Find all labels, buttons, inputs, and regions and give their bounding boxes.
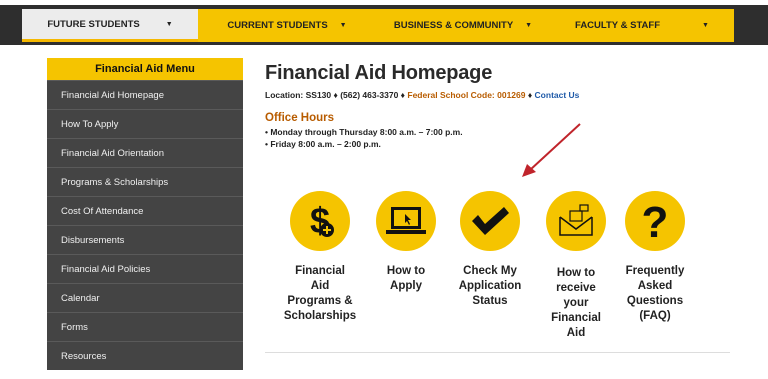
nav-business-community[interactable]: BUSINESS & COMMUNITY ▼ — [376, 9, 550, 42]
nav-future-students[interactable]: FUTURE STUDENTS ▼ — [22, 9, 198, 42]
label-line: How to — [386, 265, 426, 277]
chevron-down-icon: ▼ — [702, 22, 709, 29]
sidebar-item-resources[interactable]: Resources — [47, 341, 243, 370]
label-line: Apply — [390, 280, 422, 292]
tile-label: How to Apply — [361, 264, 451, 294]
sidebar-item-cost-of-attendance[interactable]: Cost Of Attendance — [47, 196, 243, 225]
tile-label: Financial Aid Programs & Scholarships — [275, 264, 365, 324]
location-line: Location: SS130 ♦ (562) 463-3370 ♦ Feder… — [265, 90, 735, 100]
svg-text:?: ? — [642, 199, 669, 243]
label-line: Application — [458, 280, 522, 292]
tile-check-application-status[interactable]: Check My Application Status — [445, 191, 535, 309]
sidebar-item-orientation[interactable]: Financial Aid Orientation — [47, 138, 243, 167]
tile-faq[interactable]: ? Frequently Asked Questions (FAQ) — [610, 191, 700, 324]
nav-faculty-staff[interactable]: FACULTY & STAFF ▼ — [550, 9, 734, 42]
sidebar-item-policies[interactable]: Financial Aid Policies — [47, 254, 243, 283]
tile-label: Frequently Asked Questions (FAQ) — [610, 264, 700, 324]
dollar-icon: $ — [290, 191, 350, 251]
label-line: Aid — [310, 280, 330, 292]
label-line: Aid — [566, 327, 586, 339]
top-navigation-bar: FUTURE STUDENTS ▼ CURRENT STUDENTS ▼ BUS… — [0, 0, 768, 47]
sidebar-item-how-to-apply[interactable]: How To Apply — [47, 109, 243, 138]
label-line: Frequently — [625, 265, 685, 277]
office-hours-list: Monday through Thursday 8:00 a.m. – 7:00… — [265, 126, 735, 150]
label-line: Asked — [637, 280, 673, 292]
label-line: Check My — [463, 265, 517, 277]
laptop-icon — [376, 191, 436, 251]
separator: ♦ — [525, 90, 535, 100]
label-line: Scholarships — [283, 310, 357, 322]
main-nav: FUTURE STUDENTS ▼ CURRENT STUDENTS ▼ BUS… — [22, 9, 734, 42]
envelope-icon — [546, 191, 606, 251]
label-line: How to — [556, 267, 596, 279]
chevron-down-icon: ▼ — [165, 20, 173, 28]
label-line: (FAQ) — [639, 310, 671, 322]
quick-links: $ Financial Aid Programs & Scholarships … — [265, 191, 735, 371]
nav-label: FUTURE STUDENTS — [47, 18, 140, 30]
question-icon: ? — [625, 191, 685, 251]
nav-label: FACULTY & STAFF — [575, 20, 661, 31]
nav-label: BUSINESS & COMMUNITY — [393, 20, 514, 31]
sidebar-item-homepage[interactable]: Financial Aid Homepage — [47, 80, 243, 109]
location-text: Location: SS130 ♦ (562) 463-3370 ♦ — [265, 90, 408, 100]
label-line: Questions — [626, 295, 684, 307]
sidebar-item-disbursements[interactable]: Disbursements — [47, 225, 243, 254]
nav-current-students[interactable]: CURRENT STUDENTS ▼ — [198, 9, 376, 42]
tile-label: How to receive your Financial Aid — [531, 266, 621, 341]
label-line: Programs & — [287, 295, 353, 307]
tile-label: Check My Application Status — [445, 264, 535, 309]
chevron-down-icon: ▼ — [525, 22, 533, 29]
office-hours-title: Office Hours — [265, 112, 335, 124]
contact-us-link[interactable]: Contact Us — [535, 90, 580, 100]
label-line: your — [563, 297, 589, 309]
label-line: receive — [556, 282, 596, 294]
red-arrow-annotation — [522, 123, 581, 177]
tile-receive-financial-aid[interactable]: How to receive your Financial Aid — [531, 191, 621, 341]
tile-how-to-apply[interactable]: How to Apply — [361, 191, 451, 294]
sidebar-item-calendar[interactable]: Calendar — [47, 283, 243, 312]
federal-school-code: Federal School Code: 001269 — [407, 90, 526, 100]
checkmark-icon — [460, 191, 520, 251]
content-divider — [265, 352, 730, 353]
hours-item: Monday through Thursday 8:00 a.m. – 7:00… — [265, 126, 735, 138]
label-line: Status — [472, 295, 508, 307]
tile-programs-scholarships[interactable]: $ Financial Aid Programs & Scholarships — [275, 191, 365, 324]
main-content: Financial Aid Homepage Location: SS130 ♦… — [265, 62, 735, 150]
sidebar-item-forms[interactable]: Forms — [47, 312, 243, 341]
nav-label: CURRENT STUDENTS — [227, 20, 328, 31]
sidebar-item-programs-scholarships[interactable]: Programs & Scholarships — [47, 167, 243, 196]
label-line: Financial — [295, 265, 345, 277]
financial-aid-sidebar: Financial Aid Menu Financial Aid Homepag… — [47, 58, 243, 370]
chevron-down-icon: ▼ — [339, 22, 347, 29]
page-title: Financial Aid Homepage — [265, 62, 493, 84]
label-line: Financial — [551, 312, 601, 324]
sidebar-title: Financial Aid Menu — [47, 58, 243, 80]
hours-item: Friday 8:00 a.m. – 2:00 p.m. — [265, 138, 735, 150]
